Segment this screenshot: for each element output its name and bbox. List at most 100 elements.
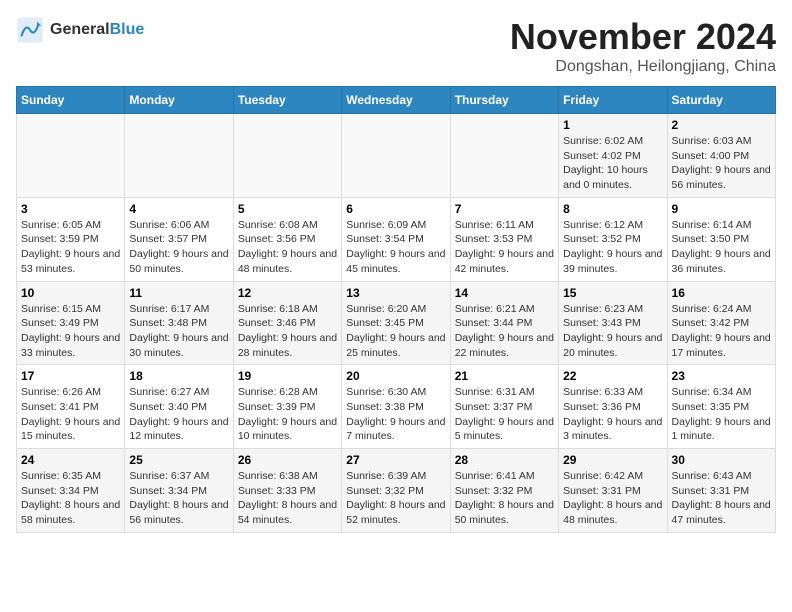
calendar-cell: 3Sunrise: 6:05 AM Sunset: 3:59 PM Daylig… bbox=[17, 197, 125, 281]
day-info: Sunrise: 6:11 AM Sunset: 3:53 PM Dayligh… bbox=[455, 218, 554, 277]
calendar-cell: 29 Sunrise: 6:42 AM Sunset: 3:31 PM Dayli… bbox=[559, 449, 667, 533]
header-friday: Friday bbox=[559, 87, 667, 114]
page-header: GeneralBlue November 2024 Dongshan, Heil… bbox=[16, 16, 776, 78]
day-number: 12 bbox=[238, 286, 337, 300]
day-info: Sunrise: 6:26 AM Sunset: 3:41 PM Dayligh… bbox=[21, 385, 120, 444]
calendar-subtitle: Dongshan, Heilongjiang, China bbox=[510, 58, 776, 76]
calendar-cell: 6 Sunrise: 6:09 AM Sunset: 3:54 PM Daylig… bbox=[342, 197, 450, 281]
calendar-cell: 14Sunrise: 6:21 AM Sunset: 3:44 PM Dayli… bbox=[450, 281, 558, 365]
week-row-4: 17 Sunrise: 6:26 AM Sunset: 3:41 PM Dayli… bbox=[17, 365, 776, 449]
day-info: Sunrise: 6:38 AM Sunset: 3:33 PM Dayligh… bbox=[238, 469, 337, 528]
day-info: Sunrise: 6:05 AM Sunset: 3:59 PM Dayligh… bbox=[21, 218, 120, 277]
day-info: Sunrise: 6:33 AM Sunset: 3:36 PM Dayligh… bbox=[563, 385, 662, 444]
header-monday: Monday bbox=[125, 87, 233, 114]
day-info: Sunrise: 6:09 AM Sunset: 3:54 PM Dayligh… bbox=[346, 218, 445, 277]
logo: GeneralBlue bbox=[16, 16, 144, 44]
calendar-cell bbox=[342, 114, 450, 198]
day-info: Sunrise: 6:30 AM Sunset: 3:38 PM Dayligh… bbox=[346, 385, 445, 444]
day-info: Sunrise: 6:03 AM Sunset: 4:00 PM Dayligh… bbox=[672, 134, 771, 193]
day-number: 25 bbox=[129, 453, 228, 467]
calendar-cell: 5Sunrise: 6:08 AM Sunset: 3:56 PM Daylig… bbox=[233, 197, 341, 281]
calendar-cell bbox=[233, 114, 341, 198]
day-number: 14 bbox=[455, 286, 554, 300]
day-number: 28 bbox=[455, 453, 554, 467]
day-number: 23 bbox=[672, 369, 771, 383]
day-number: 4 bbox=[129, 202, 228, 216]
day-info: Sunrise: 6:31 AM Sunset: 3:37 PM Dayligh… bbox=[455, 385, 554, 444]
day-info: Sunrise: 6:34 AM Sunset: 3:35 PM Dayligh… bbox=[672, 385, 771, 444]
week-row-5: 24 Sunrise: 6:35 AM Sunset: 3:34 PM Dayli… bbox=[17, 449, 776, 533]
header-wednesday: Wednesday bbox=[342, 87, 450, 114]
day-number: 22 bbox=[563, 369, 662, 383]
day-info: Sunrise: 6:42 AM Sunset: 3:31 PM Dayligh… bbox=[563, 469, 662, 528]
day-info: Sunrise: 6:41 AM Sunset: 3:32 PM Dayligh… bbox=[455, 469, 554, 528]
day-number: 17 bbox=[21, 369, 120, 383]
logo-text: GeneralBlue bbox=[50, 21, 144, 39]
calendar-cell: 8 Sunrise: 6:12 AM Sunset: 3:52 PM Daylig… bbox=[559, 197, 667, 281]
calendar-cell: 28 Sunrise: 6:41 AM Sunset: 3:32 PM Dayli… bbox=[450, 449, 558, 533]
day-number: 5 bbox=[238, 202, 337, 216]
day-number: 24 bbox=[21, 453, 120, 467]
calendar-cell bbox=[17, 114, 125, 198]
day-info: Sunrise: 6:24 AM Sunset: 3:42 PM Dayligh… bbox=[672, 302, 771, 361]
day-number: 26 bbox=[238, 453, 337, 467]
day-number: 8 bbox=[563, 202, 662, 216]
calendar-cell: 17 Sunrise: 6:26 AM Sunset: 3:41 PM Dayli… bbox=[17, 365, 125, 449]
day-number: 11 bbox=[129, 286, 228, 300]
day-number: 29 bbox=[563, 453, 662, 467]
day-number: 2 bbox=[672, 118, 771, 132]
day-info: Sunrise: 6:39 AM Sunset: 3:32 PM Dayligh… bbox=[346, 469, 445, 528]
day-number: 1 bbox=[563, 118, 662, 132]
day-number: 21 bbox=[455, 369, 554, 383]
day-info: Sunrise: 6:23 AM Sunset: 3:43 PM Dayligh… bbox=[563, 302, 662, 361]
week-row-2: 3Sunrise: 6:05 AM Sunset: 3:59 PM Daylig… bbox=[17, 197, 776, 281]
calendar-table: Sunday Monday Tuesday Wednesday Thursday… bbox=[16, 86, 776, 533]
day-number: 7 bbox=[455, 202, 554, 216]
day-info: Sunrise: 6:35 AM Sunset: 3:34 PM Dayligh… bbox=[21, 469, 120, 528]
calendar-cell: 18 Sunrise: 6:27 AM Sunset: 3:40 PM Dayli… bbox=[125, 365, 233, 449]
day-info: Sunrise: 6:43 AM Sunset: 3:31 PM Dayligh… bbox=[672, 469, 771, 528]
day-info: Sunrise: 6:37 AM Sunset: 3:34 PM Dayligh… bbox=[129, 469, 228, 528]
day-number: 19 bbox=[238, 369, 337, 383]
day-info: Sunrise: 6:12 AM Sunset: 3:52 PM Dayligh… bbox=[563, 218, 662, 277]
header-tuesday: Tuesday bbox=[233, 87, 341, 114]
calendar-cell: 19 Sunrise: 6:28 AM Sunset: 3:39 PM Dayli… bbox=[233, 365, 341, 449]
day-info: Sunrise: 6:06 AM Sunset: 3:57 PM Dayligh… bbox=[129, 218, 228, 277]
day-info: Sunrise: 6:28 AM Sunset: 3:39 PM Dayligh… bbox=[238, 385, 337, 444]
day-number: 27 bbox=[346, 453, 445, 467]
day-number: 20 bbox=[346, 369, 445, 383]
day-number: 30 bbox=[672, 453, 771, 467]
day-number: 10 bbox=[21, 286, 120, 300]
calendar-cell: 22 Sunrise: 6:33 AM Sunset: 3:36 PM Dayli… bbox=[559, 365, 667, 449]
day-number: 15 bbox=[563, 286, 662, 300]
title-section: November 2024 Dongshan, Heilongjiang, Ch… bbox=[510, 16, 776, 76]
day-number: 6 bbox=[346, 202, 445, 216]
day-info: Sunrise: 6:02 AM Sunset: 4:02 PM Dayligh… bbox=[563, 134, 662, 193]
day-info: Sunrise: 6:15 AM Sunset: 3:49 PM Dayligh… bbox=[21, 302, 120, 361]
calendar-cell: 2 Sunrise: 6:03 AM Sunset: 4:00 PM Daylig… bbox=[667, 114, 775, 198]
header-sunday: Sunday bbox=[17, 87, 125, 114]
day-number: 18 bbox=[129, 369, 228, 383]
day-number: 9 bbox=[672, 202, 771, 216]
calendar-cell: 16 Sunrise: 6:24 AM Sunset: 3:42 PM Dayli… bbox=[667, 281, 775, 365]
calendar-cell: 23 Sunrise: 6:34 AM Sunset: 3:35 PM Dayli… bbox=[667, 365, 775, 449]
day-number: 13 bbox=[346, 286, 445, 300]
calendar-cell: 1 Sunrise: 6:02 AM Sunset: 4:02 PM Daylig… bbox=[559, 114, 667, 198]
week-row-3: 10 Sunrise: 6:15 AM Sunset: 3:49 PM Dayli… bbox=[17, 281, 776, 365]
calendar-cell: 7 Sunrise: 6:11 AM Sunset: 3:53 PM Daylig… bbox=[450, 197, 558, 281]
weekday-header-row: Sunday Monday Tuesday Wednesday Thursday… bbox=[17, 87, 776, 114]
calendar-cell: 11 Sunrise: 6:17 AM Sunset: 3:48 PM Dayli… bbox=[125, 281, 233, 365]
calendar-cell: 26 Sunrise: 6:38 AM Sunset: 3:33 PM Dayli… bbox=[233, 449, 341, 533]
day-info: Sunrise: 6:27 AM Sunset: 3:40 PM Dayligh… bbox=[129, 385, 228, 444]
day-number: 16 bbox=[672, 286, 771, 300]
header-thursday: Thursday bbox=[450, 87, 558, 114]
header-saturday: Saturday bbox=[667, 87, 775, 114]
calendar-cell: 30 Sunrise: 6:43 AM Sunset: 3:31 PM Dayli… bbox=[667, 449, 775, 533]
calendar-cell: 25 Sunrise: 6:37 AM Sunset: 3:34 PM Dayli… bbox=[125, 449, 233, 533]
day-info: Sunrise: 6:17 AM Sunset: 3:48 PM Dayligh… bbox=[129, 302, 228, 361]
calendar-cell: 24 Sunrise: 6:35 AM Sunset: 3:34 PM Dayli… bbox=[17, 449, 125, 533]
day-info: Sunrise: 6:14 AM Sunset: 3:50 PM Dayligh… bbox=[672, 218, 771, 277]
logo-icon bbox=[16, 16, 44, 44]
day-info: Sunrise: 6:18 AM Sunset: 3:46 PM Dayligh… bbox=[238, 302, 337, 361]
calendar-cell: 21 Sunrise: 6:31 AM Sunset: 3:37 PM Dayli… bbox=[450, 365, 558, 449]
